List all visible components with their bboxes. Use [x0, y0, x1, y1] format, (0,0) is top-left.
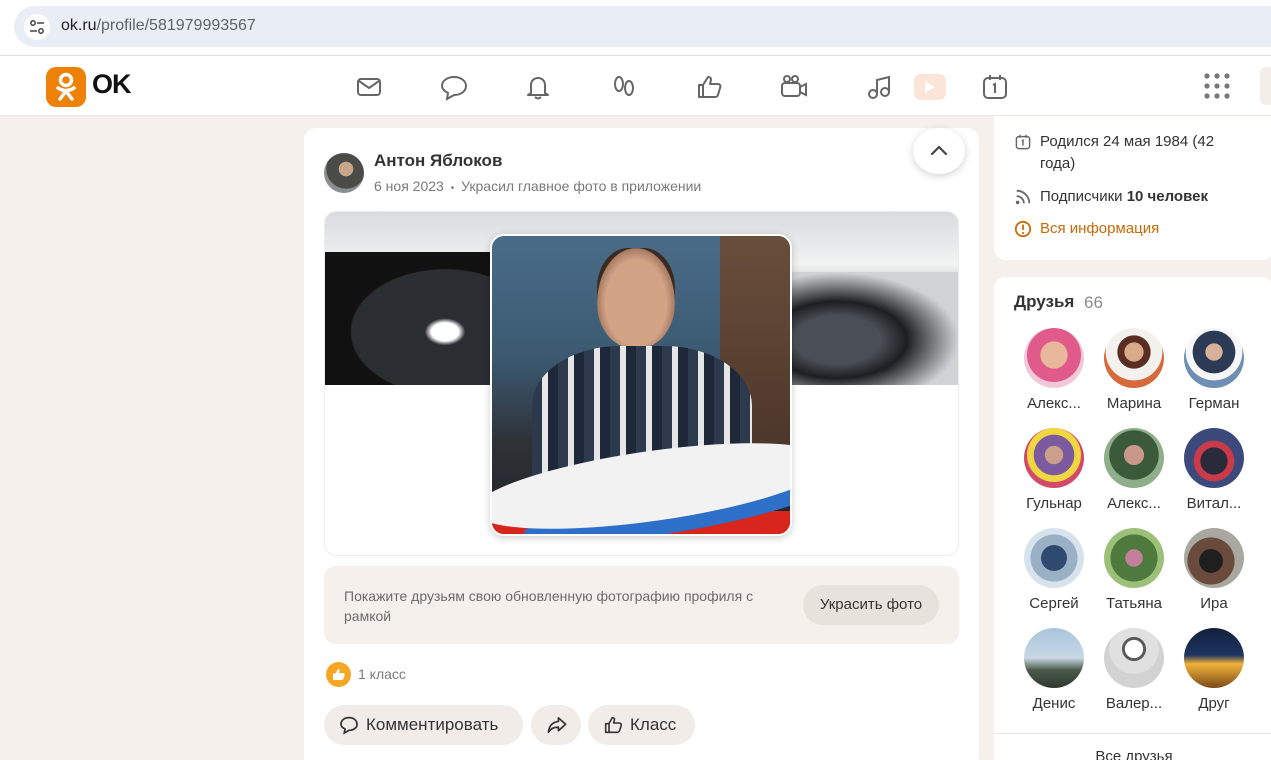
friend-avatar[interactable] [1104, 428, 1164, 488]
friend-name[interactable]: Алекс... [1014, 395, 1094, 412]
friend-item[interactable]: Сергей [1014, 528, 1094, 618]
video-camera-icon[interactable] [779, 72, 809, 102]
scroll-up-button[interactable] [913, 128, 965, 174]
meta-separator: • [450, 183, 455, 194]
framed-profile-photo[interactable] [490, 234, 792, 536]
friend-avatar[interactable] [1184, 428, 1244, 488]
comment-label: Комментировать [366, 715, 499, 734]
apps-grid-icon[interactable] [1203, 72, 1231, 100]
post-action: Украсил главное фото в приложении [461, 178, 702, 194]
friend-avatar[interactable] [1024, 328, 1084, 388]
promo-text: Покажите друзьям свою обновленную фотогр… [344, 588, 754, 624]
friend-item[interactable]: Ира [1174, 528, 1254, 618]
url-domain: ok.ru [61, 17, 97, 34]
friend-avatar[interactable] [1024, 628, 1084, 688]
friend-avatar[interactable] [1184, 528, 1244, 588]
friend-item[interactable]: Татьяна [1094, 528, 1174, 618]
friend-name[interactable]: Ира [1174, 595, 1254, 612]
friend-name[interactable]: Гульнар [1014, 495, 1094, 512]
friend-name[interactable]: Татьяна [1094, 595, 1174, 612]
friend-item[interactable]: Марина [1094, 328, 1174, 418]
car-image-right [785, 272, 958, 385]
chat-icon[interactable] [439, 72, 469, 102]
url-text[interactable]: ok.ru/profile/581979993567 [61, 17, 256, 35]
class-label: Класс [630, 715, 677, 734]
friends-title[interactable]: Друзья [1014, 292, 1074, 312]
friend-item[interactable]: Герман [1174, 328, 1254, 418]
share-button[interactable] [531, 705, 581, 745]
friend-avatar[interactable] [1024, 528, 1084, 588]
site-header: OK [0, 56, 1271, 116]
divider [994, 733, 1271, 734]
all-friends-link[interactable]: Все друзья [994, 748, 1271, 760]
subscribers-count: 10 человек [1126, 188, 1208, 205]
profile-info-card: Родился 24 мая 1984 (42 года) Подписчики… [994, 116, 1271, 260]
browser-toolbar: ok.ru/profile/581979993567 [0, 0, 1271, 56]
post-photo[interactable] [324, 211, 959, 556]
rss-icon [1015, 189, 1031, 205]
friend-item[interactable]: Алекс... [1094, 428, 1174, 518]
friend-name[interactable]: Валер... [1094, 695, 1174, 712]
ok-logo-icon[interactable] [46, 67, 86, 107]
friend-name[interactable]: Друг [1174, 695, 1254, 712]
friend-item[interactable]: Друг [1174, 628, 1254, 718]
friend-avatar[interactable] [1104, 628, 1164, 688]
friend-avatar[interactable] [1184, 628, 1244, 688]
friend-name[interactable]: Денис [1014, 695, 1094, 712]
like-icon[interactable] [694, 72, 724, 102]
birthday-text-line2: года) [1040, 155, 1076, 172]
post-meta: 6 ноя 2023 • Украсил главное фото в прил… [374, 178, 701, 194]
guests-icon[interactable] [609, 72, 639, 102]
friend-item[interactable]: Денис [1014, 628, 1094, 718]
friend-avatar[interactable] [1104, 528, 1164, 588]
url-path: /profile/581979993567 [96, 17, 256, 34]
friend-avatar[interactable] [1024, 428, 1084, 488]
user-menu-edge[interactable] [1260, 67, 1271, 105]
class-badge-icon [326, 662, 351, 687]
friend-item[interactable]: Алекс... [1014, 328, 1094, 418]
author-avatar[interactable] [324, 153, 364, 193]
comment-button[interactable]: Комментировать [324, 705, 523, 745]
friend-name[interactable]: Марина [1094, 395, 1174, 412]
friend-name[interactable]: Алекс... [1094, 495, 1174, 512]
friend-item[interactable]: Витал... [1174, 428, 1254, 518]
address-bar[interactable]: ok.ru/profile/581979993567 [14, 6, 1271, 47]
friend-name[interactable]: Сергей [1014, 595, 1094, 612]
birthday-text: Родился 24 мая 1984 (42 [1040, 133, 1215, 150]
all-info-text: Вся информация [1040, 220, 1160, 237]
logo-text[interactable]: OK [92, 69, 131, 100]
class-like-button[interactable]: Класс [588, 705, 695, 745]
decorate-photo-button[interactable]: Украсить фото [803, 585, 939, 625]
subscribers-label: Подписчики [1040, 188, 1127, 205]
friend-item[interactable]: Гульнар [1014, 428, 1094, 518]
calendar-icon[interactable] [980, 72, 1010, 102]
calendar-small-icon [1015, 134, 1031, 150]
decorate-photo-promo: Покажите друзьям свою обновленную фотогр… [324, 566, 959, 644]
mail-icon[interactable] [354, 72, 384, 102]
friend-avatar[interactable] [1104, 328, 1164, 388]
friends-card: Друзья 66 Алекс... Марина Герман Гульнар… [994, 277, 1271, 760]
author-name[interactable]: Антон Яблоков [374, 151, 502, 171]
friend-name[interactable]: Витал... [1174, 495, 1254, 512]
photo-person-face [597, 248, 675, 348]
music-icon[interactable] [864, 72, 894, 102]
friend-name[interactable]: Герман [1174, 395, 1254, 412]
info-icon [1014, 220, 1032, 238]
friend-item[interactable]: Валер... [1094, 628, 1174, 718]
friends-count: 66 [1084, 293, 1103, 312]
video-play-icon[interactable] [914, 74, 946, 100]
post-date[interactable]: 6 ноя 2023 [374, 178, 444, 194]
likes-count[interactable]: 1 класс [358, 666, 406, 682]
feed-post: Антон Яблоков 6 ноя 2023 • Украсил главн… [304, 128, 979, 760]
friend-avatar[interactable] [1184, 328, 1244, 388]
bell-icon[interactable] [523, 72, 553, 102]
site-info-icon[interactable] [24, 14, 50, 40]
